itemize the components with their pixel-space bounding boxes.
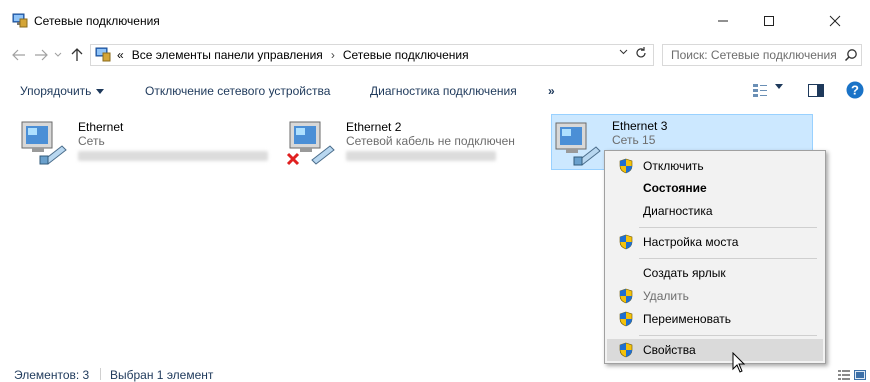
breadcrumb-separator[interactable]: ›	[331, 48, 335, 62]
search-input[interactable]: Поиск: Сетевые подключения	[662, 44, 862, 66]
details-view-icon[interactable]	[838, 370, 850, 380]
window-title: Сетевые подключения	[34, 14, 160, 28]
connection-item-ethernet-2[interactable]: Ethernet 2 Сетевой кабель не подключен	[286, 116, 548, 168]
diagnose-connection-button[interactable]: Диагностика подключения	[370, 84, 517, 98]
address-dropdown-icon[interactable]	[619, 47, 628, 58]
menu-item-disable[interactable]: Отключить	[607, 155, 823, 177]
breadcrumb: « Все элементы панели управления › Сетев…	[117, 48, 469, 62]
context-menu: Отключить Состояние Диагностика Настройк…	[604, 150, 826, 364]
menu-item-label: Отключить	[643, 159, 704, 173]
menu-item-bridge[interactable]: Настройка моста	[607, 231, 823, 253]
command-bar: Упорядочить Отключение сетевого устройст…	[0, 76, 870, 106]
menu-item-label: Настройка моста	[643, 235, 739, 249]
uac-shield-icon	[619, 234, 633, 250]
dropdown-arrow-icon	[96, 88, 105, 94]
minimize-icon	[718, 20, 728, 22]
preview-pane-icon[interactable]	[808, 84, 824, 97]
large-icons-view-icon[interactable]	[854, 370, 866, 380]
connection-name: Ethernet 2	[346, 120, 402, 134]
maximize-button[interactable]	[746, 6, 792, 36]
up-button[interactable]	[68, 44, 86, 66]
breadcrumb-network-connections[interactable]: Сетевые подключения	[343, 48, 469, 62]
more-commands-button[interactable]: »	[548, 84, 555, 98]
arrow-up-icon	[71, 48, 83, 61]
menu-separator	[639, 227, 817, 228]
connection-status: Сеть	[78, 134, 105, 148]
help-icon[interactable]: ?	[846, 81, 864, 99]
navigation-bar: « Все элементы панели управления › Сетев…	[0, 40, 870, 70]
connection-status: Сеть 15	[612, 133, 656, 147]
maximize-icon	[764, 16, 774, 26]
search-icon	[844, 49, 857, 62]
uac-shield-icon	[619, 158, 633, 174]
menu-item-create-shortcut[interactable]: Создать ярлык	[607, 262, 823, 284]
status-bar: Элементов: 3 Выбран 1 элемент	[0, 366, 870, 382]
network-adapter-icon	[21, 121, 67, 165]
menu-item-label: Диагностика	[643, 204, 713, 218]
breadcrumb-control-panel[interactable]: Все элементы панели управления	[132, 48, 323, 62]
view-options-dropdown-icon[interactable]	[775, 84, 783, 89]
search-placeholder: Поиск: Сетевые подключения	[671, 48, 837, 62]
close-button[interactable]	[812, 6, 858, 36]
svg-text:?: ?	[851, 83, 859, 98]
menu-item-label: Создать ярлык	[643, 266, 726, 280]
arrow-right-icon	[35, 49, 48, 61]
uac-shield-icon	[619, 288, 633, 304]
network-adapter-icon	[555, 122, 601, 166]
menu-item-label: Свойства	[643, 343, 696, 357]
minimize-button[interactable]	[700, 6, 746, 36]
organize-menu-button[interactable]: Упорядочить	[20, 84, 105, 98]
menu-item-delete: Удалить	[607, 285, 823, 307]
menu-item-diagnostics[interactable]: Диагностика	[607, 200, 823, 222]
chevron-down-icon	[54, 52, 62, 57]
breadcrumb-overflow[interactable]: «	[117, 48, 124, 62]
back-button[interactable]	[10, 44, 28, 66]
close-icon	[829, 15, 841, 27]
control-panel-icon	[95, 47, 111, 62]
change-view-icon[interactable]	[752, 82, 768, 98]
connection-status: Сетевой кабель не подключен	[346, 134, 515, 148]
address-bar[interactable]: « Все элементы панели управления › Сетев…	[90, 44, 654, 66]
refresh-icon[interactable]	[635, 46, 647, 63]
menu-item-rename[interactable]: Переименовать	[607, 308, 823, 330]
network-adapter-disconnected-icon	[286, 121, 335, 166]
connection-item-ethernet[interactable]: Ethernet Сеть	[18, 116, 280, 168]
menu-item-status[interactable]: Состояние	[607, 177, 823, 199]
menu-separator	[639, 335, 817, 336]
menu-item-label: Переименовать	[643, 312, 731, 326]
disable-device-button[interactable]: Отключение сетевого устройства	[145, 84, 330, 98]
connection-device-redacted	[346, 151, 496, 161]
connection-name: Ethernet	[78, 120, 124, 134]
network-connections-icon	[12, 13, 28, 28]
uac-shield-icon	[619, 342, 633, 358]
status-divider	[100, 368, 101, 380]
uac-shield-icon	[619, 311, 633, 327]
menu-separator	[639, 258, 817, 259]
menu-item-label: Состояние	[643, 181, 707, 195]
connection-device-redacted	[78, 151, 268, 161]
menu-item-label: Удалить	[643, 289, 689, 303]
forward-button[interactable]	[32, 44, 50, 66]
recent-locations-button[interactable]	[52, 44, 64, 66]
connection-name: Ethernet 3	[612, 119, 668, 133]
arrow-left-icon	[12, 49, 25, 61]
title-bar: Сетевые подключения	[0, 0, 870, 40]
menu-item-properties[interactable]: Свойства	[607, 339, 823, 361]
organize-label: Упорядочить	[20, 84, 92, 98]
